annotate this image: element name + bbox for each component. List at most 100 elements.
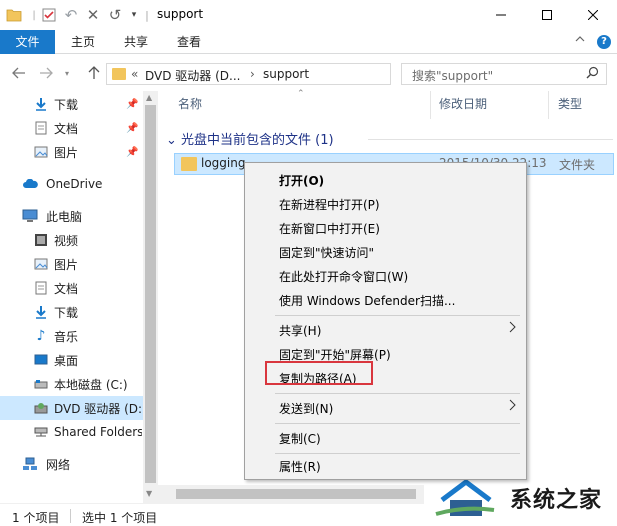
watermark-text: 系统之家 bbox=[510, 488, 603, 513]
tab-share[interactable]: 共享 bbox=[111, 30, 161, 54]
column-header-name[interactable]: 名称 bbox=[178, 95, 202, 112]
nav-label: OneDrive bbox=[46, 177, 103, 191]
menu-item-properties[interactable]: 属性(R) bbox=[247, 455, 524, 477]
title-bar: | ↶ ✕ ↺ ▾ | support bbox=[0, 0, 617, 30]
menu-item-copy[interactable]: 复制(C) bbox=[247, 427, 524, 449]
column-header-type[interactable]: 类型 bbox=[558, 95, 582, 112]
menu-item-share[interactable]: 共享(H) bbox=[247, 319, 524, 341]
context-menu: 打开(O) 在新进程中打开(P) 在新窗口中打开(E) 固定到"快速访问" 在此… bbox=[244, 162, 527, 480]
nav-item-local-disk[interactable]: 本地磁盘 (C:) bbox=[0, 372, 143, 396]
folder-icon bbox=[6, 5, 22, 25]
nav-label: 下载 bbox=[54, 305, 79, 320]
cloud-icon bbox=[22, 176, 38, 192]
divider: | bbox=[32, 9, 36, 21]
properties-icon[interactable] bbox=[40, 5, 58, 25]
nav-item-this-pc[interactable]: 此电脑 bbox=[0, 204, 143, 228]
document-icon bbox=[33, 120, 49, 136]
menu-item-send-to[interactable]: 发送到(N) bbox=[247, 397, 524, 419]
up-button[interactable] bbox=[85, 64, 103, 82]
menu-item-open-command-window[interactable]: 在此处打开命令窗口(W) bbox=[247, 265, 524, 287]
search-input[interactable]: 搜索"support" bbox=[412, 67, 493, 84]
address-bar[interactable]: « DVD 驱动器 (D... › support ▾ ↻ bbox=[106, 63, 490, 85]
network-drive-icon bbox=[33, 424, 49, 440]
breadcrumb-support[interactable]: support bbox=[263, 67, 309, 81]
folder-icon bbox=[181, 157, 197, 171]
nav-label: 图片 bbox=[54, 145, 79, 160]
navigation-bar: ▾ « DVD 驱动器 (D... › support ▾ ↻ 搜索"suppo… bbox=[0, 55, 617, 91]
search-box[interactable]: 搜索"support" bbox=[401, 63, 607, 85]
sort-ascending-icon: ⌃ bbox=[297, 89, 305, 99]
scroll-down-icon[interactable]: ▼ bbox=[146, 489, 152, 498]
document-icon bbox=[33, 280, 49, 296]
menu-item-open[interactable]: 打开(O) bbox=[247, 169, 524, 191]
video-icon bbox=[33, 232, 49, 248]
nav-label: Shared Folders bbox=[54, 425, 142, 439]
window-title: support bbox=[157, 7, 204, 21]
menu-label: 发送到(N) bbox=[279, 402, 334, 416]
menu-separator bbox=[275, 393, 520, 394]
menu-label: 在新窗口中打开(E) bbox=[279, 222, 380, 236]
nav-item-downloads[interactable]: 下载 bbox=[0, 300, 143, 324]
nav-item-shared-folders[interactable]: Shared Folders bbox=[0, 420, 143, 444]
nav-item-dvd-drive[interactable]: DVD 驱动器 (D: bbox=[0, 396, 143, 420]
menu-item-defender-scan[interactable]: 使用 Windows Defender扫描... bbox=[247, 289, 524, 311]
tab-home[interactable]: 主页 bbox=[58, 30, 108, 54]
undo-icon[interactable]: ↺ bbox=[106, 5, 124, 25]
music-icon: ♪ bbox=[36, 328, 46, 344]
breadcrumb-separator[interactable]: › bbox=[250, 67, 255, 81]
scrollbar-thumb[interactable] bbox=[176, 489, 416, 499]
search-icon[interactable] bbox=[586, 66, 599, 83]
group-collapse-icon[interactable]: ⌄ bbox=[166, 133, 177, 148]
selection-count: 选中 1 个项目 bbox=[82, 511, 158, 525]
close-button[interactable] bbox=[570, 0, 616, 30]
recent-locations-icon[interactable]: ▾ bbox=[61, 64, 73, 82]
help-icon[interactable]: ? bbox=[597, 35, 611, 49]
nav-item-downloads-pinned[interactable]: 下载 📌 bbox=[0, 92, 143, 116]
nav-item-music[interactable]: ♪ 音乐 bbox=[0, 324, 143, 348]
menu-item-pin-quick-access[interactable]: 固定到"快速访问" bbox=[247, 241, 524, 263]
menu-item-open-new-window[interactable]: 在新窗口中打开(E) bbox=[247, 217, 524, 239]
nav-item-desktop[interactable]: 桌面 bbox=[0, 348, 143, 372]
nav-item-documents[interactable]: 文档 bbox=[0, 276, 143, 300]
nav-item-network[interactable]: 网络 bbox=[0, 452, 143, 476]
pictures-icon bbox=[33, 256, 49, 272]
column-divider[interactable] bbox=[548, 91, 549, 119]
breadcrumb-overflow[interactable]: « bbox=[131, 67, 138, 81]
nav-item-videos[interactable]: 视频 bbox=[0, 228, 143, 252]
nav-label: 桌面 bbox=[54, 353, 79, 368]
nav-label: 视频 bbox=[54, 233, 79, 248]
nav-item-pictures-pinned[interactable]: 图片 📌 bbox=[0, 140, 143, 164]
house-logo-icon bbox=[435, 478, 495, 516]
file-type: 文件夹 bbox=[559, 158, 596, 172]
tab-view[interactable]: 查看 bbox=[164, 30, 214, 54]
nav-item-pictures[interactable]: 图片 bbox=[0, 252, 143, 276]
customize-toolbar-icon[interactable]: ▾ bbox=[127, 5, 141, 25]
tab-file[interactable]: 文件 bbox=[0, 30, 55, 54]
back-button[interactable] bbox=[10, 64, 28, 82]
nav-label: DVD 驱动器 (D: bbox=[54, 401, 142, 416]
item-count: 1 个项目 bbox=[12, 511, 60, 525]
delete-icon[interactable]: ✕ bbox=[84, 5, 102, 25]
column-header-date[interactable]: 修改日期 bbox=[439, 95, 487, 112]
forward-button[interactable] bbox=[37, 64, 55, 82]
divider: | bbox=[145, 8, 149, 22]
nav-label: 本地磁盘 (C:) bbox=[54, 377, 128, 392]
scroll-up-icon[interactable]: ▲ bbox=[146, 93, 152, 102]
nav-item-onedrive[interactable]: OneDrive bbox=[0, 172, 143, 196]
nav-scrollbar[interactable]: ▲ ▼ bbox=[143, 91, 158, 503]
nav-item-documents-pinned[interactable]: 文档 📌 bbox=[0, 116, 143, 140]
minimize-button[interactable] bbox=[478, 0, 524, 30]
breadcrumb-dvd-drive[interactable]: DVD 驱动器 (D... bbox=[145, 67, 240, 84]
network-icon bbox=[22, 456, 38, 472]
ribbon-collapse-icon[interactable] bbox=[575, 35, 585, 46]
maximize-button[interactable] bbox=[524, 0, 570, 30]
undo-redo-icon[interactable]: ↶ bbox=[62, 5, 80, 25]
pin-icon: 📌 bbox=[126, 122, 139, 134]
column-divider[interactable] bbox=[430, 91, 431, 119]
nav-label: 下载 bbox=[54, 97, 79, 112]
group-header[interactable]: ⌄ 光盘中当前包含的文件 (1) bbox=[166, 129, 334, 148]
computer-icon bbox=[22, 208, 38, 224]
scrollbar-thumb[interactable] bbox=[145, 105, 156, 483]
pin-icon: 📌 bbox=[126, 98, 139, 110]
menu-item-open-new-process[interactable]: 在新进程中打开(P) bbox=[247, 193, 524, 215]
